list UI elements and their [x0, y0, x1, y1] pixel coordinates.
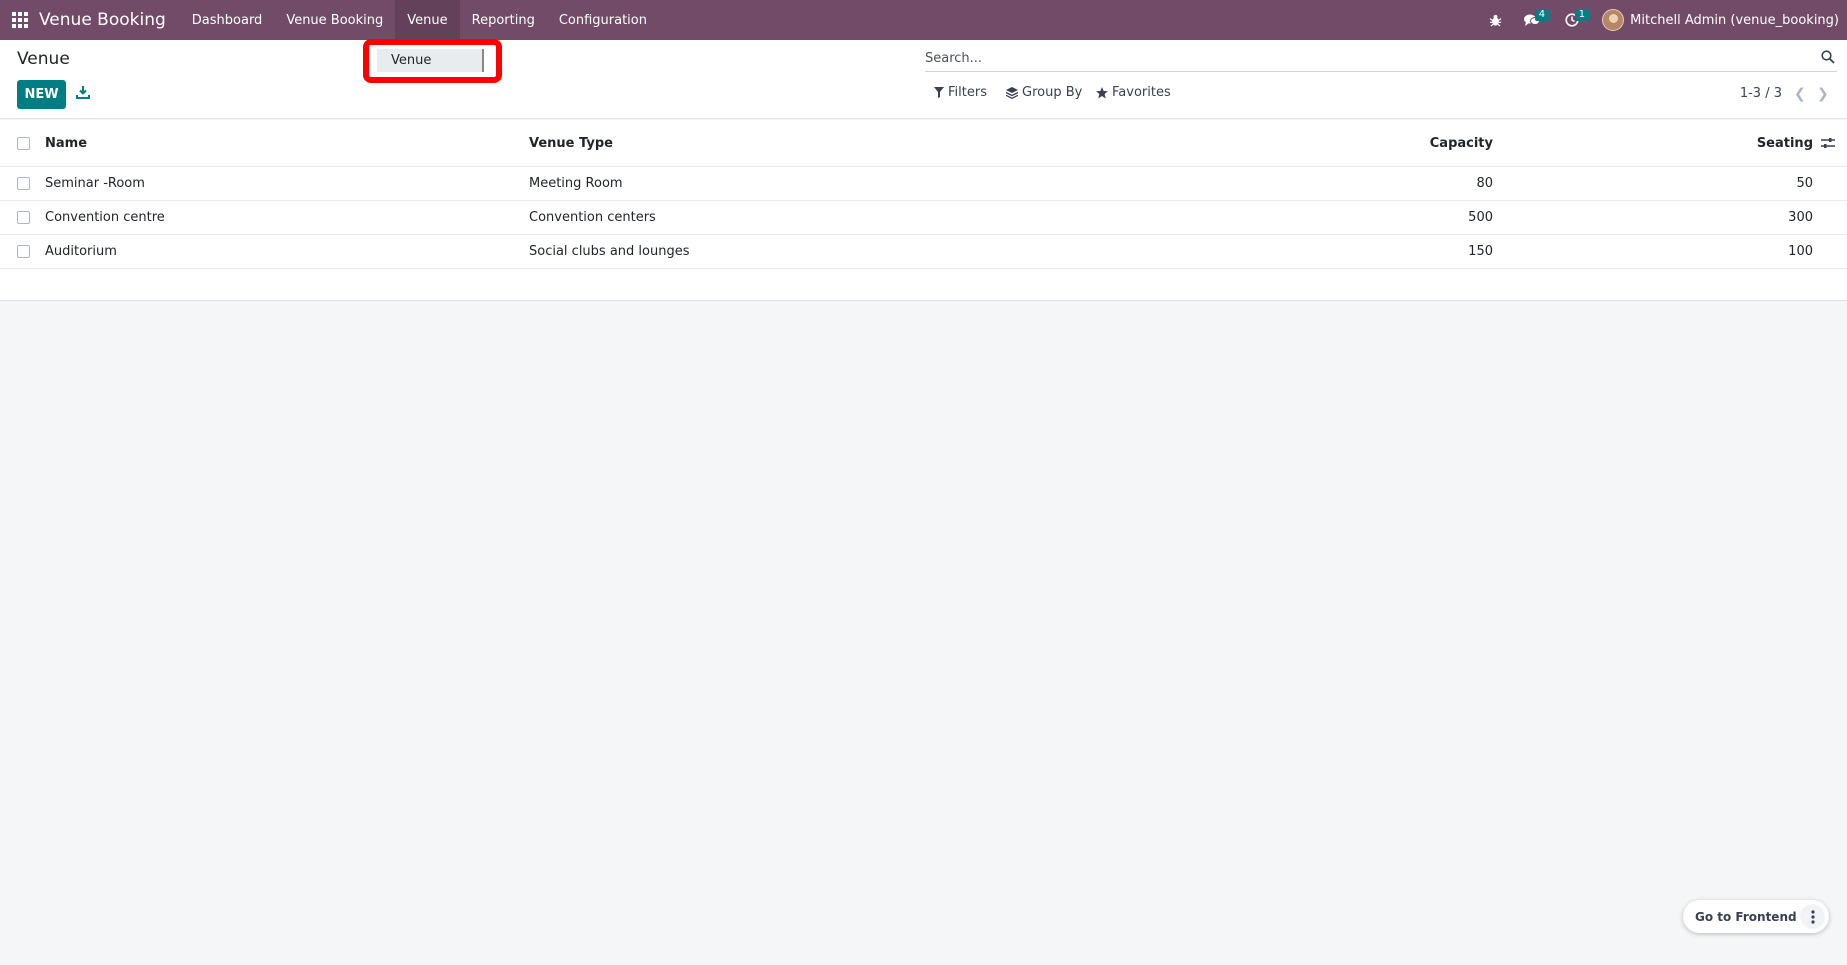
- cell-venue-type: Social clubs and lounges: [529, 244, 690, 259]
- filter-icon: [934, 87, 944, 98]
- table-row[interactable]: Auditorium Social clubs and lounges 150 …: [0, 235, 1847, 269]
- layers-icon: [1006, 86, 1018, 99]
- filters-button[interactable]: Filters: [934, 85, 987, 100]
- cell-venue-type: Convention centers: [529, 210, 656, 225]
- menu-dashboard[interactable]: Dashboard: [180, 0, 275, 40]
- column-header-name[interactable]: Name: [45, 120, 87, 166]
- column-header-capacity[interactable]: Capacity: [1300, 120, 1493, 166]
- user-avatar[interactable]: [1602, 9, 1625, 31]
- debug-bug-icon[interactable]: [1478, 0, 1512, 40]
- cell-venue-type: Meeting Room: [529, 176, 623, 191]
- activities-count-badge: 1: [1574, 9, 1590, 21]
- cell-capacity: 500: [1468, 210, 1493, 225]
- page-title: Venue: [17, 49, 70, 69]
- pager-next-icon[interactable]: ❯: [1817, 86, 1829, 102]
- more-options-icon[interactable]: [1800, 904, 1825, 929]
- favorites-label: Favorites: [1112, 85, 1171, 100]
- apps-menu-icon[interactable]: [0, 0, 40, 40]
- cell-seating: 300: [1788, 210, 1813, 225]
- app-brand[interactable]: Venue Booking: [39, 10, 166, 30]
- row-checkbox[interactable]: [17, 245, 30, 258]
- row-checkbox[interactable]: [17, 211, 30, 224]
- new-button[interactable]: NEW: [17, 80, 66, 109]
- cell-capacity: 80: [1476, 176, 1493, 191]
- optional-columns-icon[interactable]: [1821, 120, 1835, 166]
- table-row[interactable]: Convention centre Convention centers 500…: [0, 201, 1847, 235]
- cell-seating: 50: [1796, 176, 1813, 191]
- messages-icon[interactable]: 4: [1512, 0, 1552, 40]
- cell-name: Auditorium: [45, 244, 117, 259]
- go-to-frontend-widget: Go to Frontend: [1683, 900, 1829, 933]
- user-name[interactable]: Mitchell Admin (venue_booking): [1630, 13, 1839, 28]
- search-input[interactable]: [925, 45, 1805, 71]
- search-bar: [925, 45, 1837, 72]
- cell-name: Seminar -Room: [45, 176, 145, 191]
- group-by-button[interactable]: Group By: [1006, 85, 1082, 100]
- search-icon[interactable]: [1821, 50, 1837, 66]
- favorites-button[interactable]: Favorites: [1096, 85, 1171, 100]
- dropdown-item-venue[interactable]: Venue: [377, 49, 484, 72]
- menu-venue-booking[interactable]: Venue Booking: [274, 0, 395, 40]
- messages-count-badge: 4: [1534, 9, 1550, 21]
- table-row[interactable]: Seminar -Room Meeting Room 80 50: [0, 167, 1847, 201]
- venue-dropdown-menu: Venue: [363, 39, 502, 83]
- cell-name: Convention centre: [45, 210, 165, 225]
- navbar-systray: 4 1 Mitchell Admin (venue_booking): [1478, 0, 1839, 40]
- go-to-frontend-button[interactable]: Go to Frontend: [1695, 910, 1797, 924]
- column-header-venue-type[interactable]: Venue Type: [529, 120, 613, 166]
- menu-configuration[interactable]: Configuration: [547, 0, 659, 40]
- select-all-checkbox[interactable]: [17, 137, 30, 150]
- row-checkbox[interactable]: [17, 177, 30, 190]
- filters-label: Filters: [948, 85, 987, 100]
- venue-list: Name Venue Type Capacity Seating Seminar…: [0, 120, 1847, 301]
- control-panel: Venue NEW Filters Group By Favorites 1-3…: [0, 40, 1847, 119]
- list-header: Name Venue Type Capacity Seating: [0, 120, 1847, 167]
- menu-venue[interactable]: Venue: [395, 0, 460, 40]
- star-icon: [1096, 86, 1108, 98]
- activity-clock-icon[interactable]: 1: [1552, 0, 1592, 40]
- pager-previous-icon[interactable]: ❮: [1794, 86, 1806, 102]
- group-by-label: Group By: [1022, 85, 1083, 100]
- cell-seating: 100: [1788, 244, 1813, 259]
- top-navbar: Venue Booking Dashboard Venue Booking Ve…: [0, 0, 1847, 40]
- menu-reporting[interactable]: Reporting: [460, 0, 547, 40]
- pager-value[interactable]: 1-3 / 3: [1740, 86, 1782, 101]
- column-header-seating[interactable]: Seating: [1600, 120, 1813, 166]
- download-icon[interactable]: [76, 85, 90, 101]
- cell-capacity: 150: [1468, 244, 1493, 259]
